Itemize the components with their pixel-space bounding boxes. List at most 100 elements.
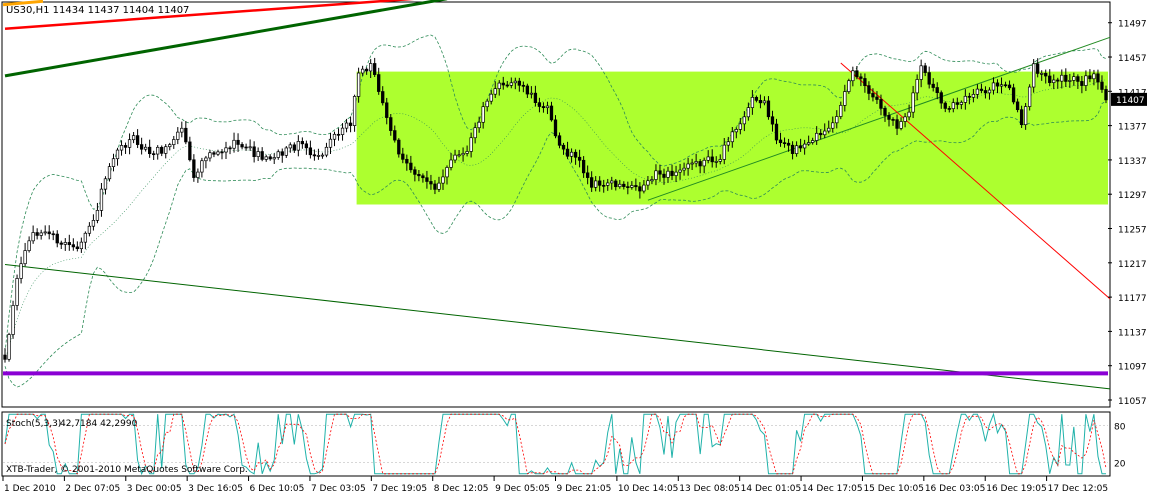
candle-body <box>682 167 686 171</box>
candle-body <box>855 70 859 78</box>
candle-body <box>417 174 421 177</box>
candle-body <box>449 159 453 168</box>
candle-body <box>437 182 441 190</box>
candle-body <box>51 233 55 236</box>
candle-body <box>441 176 445 184</box>
candle-body <box>212 152 216 155</box>
candle-body <box>115 149 120 160</box>
candle-body <box>614 180 618 188</box>
candle-body <box>284 147 288 156</box>
candle-body <box>698 161 702 167</box>
candle-body <box>276 151 280 158</box>
candle-body <box>248 146 252 149</box>
candle-body <box>156 146 160 155</box>
price-tick-label: 11377 <box>1118 123 1147 133</box>
time-tick-label: 7 Dec 03:05 <box>311 484 366 494</box>
candle-body <box>819 132 823 136</box>
candle-body <box>216 151 220 155</box>
candle-body <box>200 160 204 173</box>
candle-body <box>549 105 554 121</box>
candle-body <box>1096 73 1100 83</box>
candle-body <box>300 141 305 145</box>
candle-body <box>738 123 742 130</box>
price-chart[interactable]: 1149711457114171137711337112971125711217… <box>0 0 1150 495</box>
candle-body <box>867 85 871 94</box>
candle-body <box>11 305 15 335</box>
candle-body <box>103 178 108 190</box>
candle-body <box>694 161 698 164</box>
candle-body <box>859 76 863 79</box>
candle-body <box>501 82 505 86</box>
candle-body <box>774 123 779 141</box>
candle-body <box>505 84 509 87</box>
candle-body <box>1088 75 1092 80</box>
candle-body <box>324 146 329 156</box>
candle-body <box>99 188 104 211</box>
candle-body <box>425 177 429 182</box>
mt4-chart-window[interactable]: 1149711457114171137711337112971125711217… <box>0 0 1150 495</box>
candle-body <box>377 74 381 92</box>
candle-body <box>714 161 718 163</box>
candle-body <box>670 170 674 176</box>
time-tick-label: 14 Dec 01:05 <box>741 484 802 494</box>
candle-body <box>1023 106 1028 125</box>
candle-body <box>497 82 501 90</box>
candle-body <box>770 116 775 125</box>
candle-body <box>332 133 337 140</box>
candle-body <box>919 65 923 80</box>
candle-body <box>485 100 489 108</box>
candle-body <box>927 72 931 85</box>
candle-body <box>730 131 734 143</box>
candle-body <box>654 170 658 180</box>
price-tick-label: 11177 <box>1118 294 1147 304</box>
candle-body <box>573 151 578 158</box>
candle-body <box>533 92 538 104</box>
time-tick-label: 2 Dec 07:05 <box>65 484 120 494</box>
candle-body <box>385 102 389 118</box>
candle-body <box>903 116 907 122</box>
candle-body <box>746 107 751 118</box>
candle-body <box>292 144 296 151</box>
candle-body <box>931 83 935 88</box>
time-tick-label: 3 Dec 00:05 <box>127 484 182 494</box>
candle-body <box>23 250 27 265</box>
candle-body <box>634 185 638 188</box>
candle-body <box>798 145 803 149</box>
candle-body <box>477 121 481 129</box>
candle-body <box>911 92 915 113</box>
candle-body <box>935 87 939 94</box>
candle-body <box>348 122 353 126</box>
candle-body <box>1032 63 1036 88</box>
candle-body <box>778 139 783 144</box>
candle-body <box>1048 75 1052 83</box>
candle-body <box>232 139 236 149</box>
candle-body <box>630 185 634 188</box>
candle-body <box>409 162 413 171</box>
candle-body <box>525 85 530 95</box>
time-tick-label: 7 Dec 19:05 <box>372 484 427 494</box>
candle-body <box>742 116 747 125</box>
candle-body <box>119 145 124 151</box>
candle-body <box>236 139 240 145</box>
candle-body <box>381 91 385 104</box>
candle-body <box>405 158 409 164</box>
time-tick-label: 15 Dec 10:05 <box>863 484 924 494</box>
candle-body <box>806 142 811 145</box>
candle-body <box>79 241 84 250</box>
candle-body <box>473 127 477 139</box>
candle-body <box>1027 86 1032 107</box>
candle-body <box>1003 84 1008 87</box>
candle-body <box>678 169 682 173</box>
candle-body <box>264 156 268 160</box>
candle-body <box>373 63 377 75</box>
candle-body <box>55 233 59 244</box>
candle-body <box>537 102 542 107</box>
candle-body <box>127 139 132 148</box>
candle-body <box>328 138 333 148</box>
candle-body <box>971 93 976 98</box>
candle-body <box>164 146 168 154</box>
candle-body <box>43 231 47 234</box>
time-tick-label: 3 Dec 16:05 <box>188 484 243 494</box>
candle-body <box>939 92 943 104</box>
price-tick-label: 11257 <box>1118 226 1147 236</box>
